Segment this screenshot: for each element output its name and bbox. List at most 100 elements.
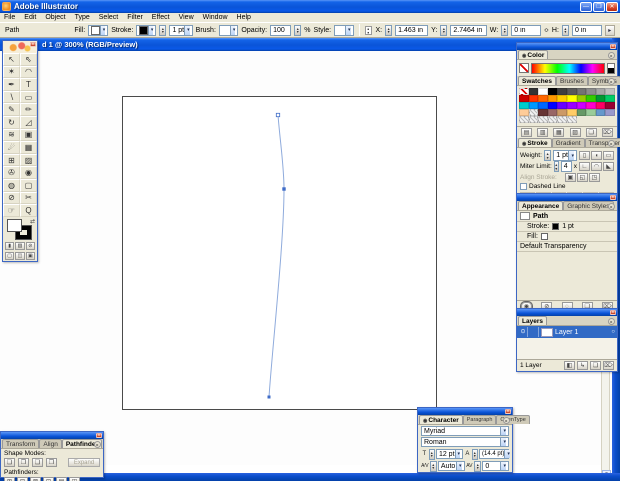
kerning-dropdown[interactable]: Auto ▾ — [437, 461, 465, 471]
symbol-sprayer-tool[interactable]: ☄ — [3, 141, 20, 154]
swatch-99cc99[interactable] — [586, 109, 596, 116]
swatch-pattern[interactable] — [528, 116, 539, 123]
appearance-menu-icon[interactable]: ▸ — [608, 203, 615, 210]
swatch-bfbfbf[interactable] — [605, 88, 615, 95]
swatch-pattern[interactable] — [538, 116, 548, 123]
appearance-stroke-row[interactable]: Stroke: 1 pt — [517, 222, 617, 232]
free-transform-tool[interactable]: ▣ — [20, 128, 37, 142]
miter-field[interactable]: 4 — [560, 161, 572, 172]
tab-layers[interactable]: Layers — [518, 316, 547, 325]
merge-button[interactable]: ⊠ — [30, 477, 41, 481]
mesh-tool[interactable]: ⊞ — [3, 153, 20, 167]
new-swatch-button[interactable]: ❏ — [585, 128, 597, 137]
type-tool[interactable]: T — [20, 78, 37, 91]
style-dropdown[interactable]: ▾ — [334, 24, 354, 36]
swatch-3f3f3f[interactable] — [557, 88, 567, 95]
palette-close-icon[interactable]: ✕ — [610, 310, 616, 315]
y-field[interactable] — [450, 24, 487, 36]
menu-effect[interactable]: Effect — [152, 14, 170, 21]
opacity-input[interactable] — [273, 26, 289, 34]
h-field[interactable] — [571, 24, 602, 36]
tab-transform[interactable]: Transform — [2, 439, 40, 448]
palette-close-icon[interactable]: ✕ — [610, 195, 616, 200]
lasso-tool[interactable]: ◠ — [20, 65, 37, 79]
align-stroke-inside-button[interactable]: ◱ — [576, 172, 588, 182]
cap-butt-button[interactable]: ▯ — [579, 151, 590, 160]
swatch-99cc00[interactable] — [576, 95, 587, 102]
tab-character[interactable]: ◉Character — [419, 415, 463, 424]
tab-gradient[interactable]: Gradient — [551, 138, 585, 147]
join-bevel-button[interactable]: ◣ — [603, 162, 614, 171]
menu-object[interactable]: Object — [45, 14, 65, 21]
intersect-shape-button[interactable]: ❑ — [32, 458, 43, 467]
dropdown-arrow-icon[interactable]: ▾ — [147, 25, 154, 35]
tab-color[interactable]: ◉Color — [518, 50, 549, 59]
make-clipping-mask-button[interactable]: ◧ — [564, 361, 575, 370]
align-stroke-outside-button[interactable]: ◳ — [588, 172, 600, 182]
layer-target-icon[interactable]: ○ — [611, 329, 615, 335]
tab-opentype[interactable]: OpenType — [496, 415, 530, 424]
w-stepper[interactable]: ▴ ▾ — [501, 24, 509, 36]
stroke-weight-stepper[interactable]: ▴ ▾ — [159, 24, 167, 36]
trim-button[interactable]: ⊟ — [17, 477, 28, 481]
palette-close-icon[interactable]: ✕ — [505, 409, 511, 414]
swatch-669966[interactable] — [576, 109, 587, 116]
stroke-color-dropdown[interactable]: ▾ — [136, 24, 157, 36]
menu-file[interactable]: File — [4, 14, 15, 21]
stroke-weight-dropdown[interactable]: 1 pt ▾ — [169, 24, 193, 36]
new-sublayer-button[interactable]: ↳ — [577, 361, 588, 370]
x-stepper[interactable]: ▴ ▾ — [385, 24, 393, 36]
show-color-swatches-button[interactable]: ▥ — [537, 128, 549, 137]
appearance-object-row[interactable]: Path — [517, 211, 617, 222]
font-size-stepper[interactable]: ▴ ▾ — [428, 448, 435, 460]
reference-point-icon[interactable] — [364, 25, 373, 35]
swatch-996666[interactable] — [547, 109, 558, 116]
swatch-0099ff[interactable] — [528, 102, 539, 109]
swatch-ffcc66[interactable] — [567, 109, 577, 116]
swatch-ff9900[interactable] — [547, 95, 558, 102]
h-input[interactable] — [574, 26, 599, 34]
leading-stepper[interactable]: ▴ ▾ — [471, 448, 478, 460]
swatch-cc9966[interactable] — [557, 109, 567, 116]
menu-edit[interactable]: Edit — [24, 14, 36, 21]
join-miter-button[interactable]: ∟ — [579, 162, 590, 171]
title-bar[interactable]: Adobe Illustrator — ❐ ✕ — [0, 0, 620, 13]
magic-wand-tool[interactable]: ✶ — [3, 65, 20, 79]
tab-paragraph[interactable]: Paragraph — [462, 415, 497, 424]
miter-stepper[interactable]: ▴ ▾ — [553, 161, 559, 172]
dropdown-arrow-icon[interactable]: ▾ — [500, 462, 506, 470]
cap-round-button[interactable]: ◖ — [591, 151, 602, 160]
swatch-00cccc[interactable] — [519, 102, 529, 109]
dropdown-arrow-icon[interactable]: ▾ — [500, 427, 506, 435]
dropdown-arrow-icon[interactable]: ▾ — [99, 25, 106, 35]
palette-close-icon[interactable]: ✕ — [96, 433, 102, 438]
menu-help[interactable]: Help — [237, 14, 251, 21]
minus-back-button[interactable]: ◫ — [69, 477, 80, 481]
live-paint-selection-tool[interactable]: ▢ — [20, 178, 37, 192]
menu-view[interactable]: View — [179, 14, 194, 21]
dropdown-arrow-icon[interactable]: ▾ — [454, 450, 461, 458]
swatch-663333[interactable] — [538, 109, 548, 116]
palette-title-bar[interactable]: ✕ — [1, 432, 103, 439]
zoom-tool[interactable]: Q — [20, 204, 37, 217]
dropdown-arrow-icon[interactable]: ▾ — [568, 151, 574, 160]
direct-selection-tool[interactable]: ⇖ — [20, 53, 37, 66]
palette-title-bar[interactable]: ✕ — [517, 309, 617, 316]
layer-row[interactable]: ⊙ Layer 1 ○ — [517, 326, 617, 338]
swatch-pattern[interactable] — [519, 116, 529, 123]
minimize-button[interactable]: — — [580, 1, 592, 12]
slice-tool[interactable]: ⊘ — [3, 191, 20, 205]
control-bar-menu-icon[interactable]: ▸ — [604, 24, 616, 36]
color-mode-button[interactable]: ▮ — [5, 241, 15, 250]
swatch-ff00cc[interactable] — [586, 102, 596, 109]
appearance-fill-row[interactable]: Fill: — [517, 232, 617, 242]
tab-brushes[interactable]: Brushes — [556, 76, 588, 85]
tracking-dropdown[interactable]: 0 ▾ — [482, 461, 509, 471]
scale-tool[interactable]: ◿ — [20, 115, 37, 129]
constrain-proportions-icon[interactable]: ≎ — [544, 27, 549, 34]
dashed-line-checkbox[interactable] — [520, 183, 527, 190]
rotate-tool[interactable]: ↻ — [3, 115, 20, 129]
palette-close-icon[interactable]: ✕ — [610, 44, 616, 49]
cap-projecting-button[interactable]: ▭ — [603, 151, 614, 160]
h-stepper[interactable]: ▴ ▾ — [561, 24, 569, 36]
